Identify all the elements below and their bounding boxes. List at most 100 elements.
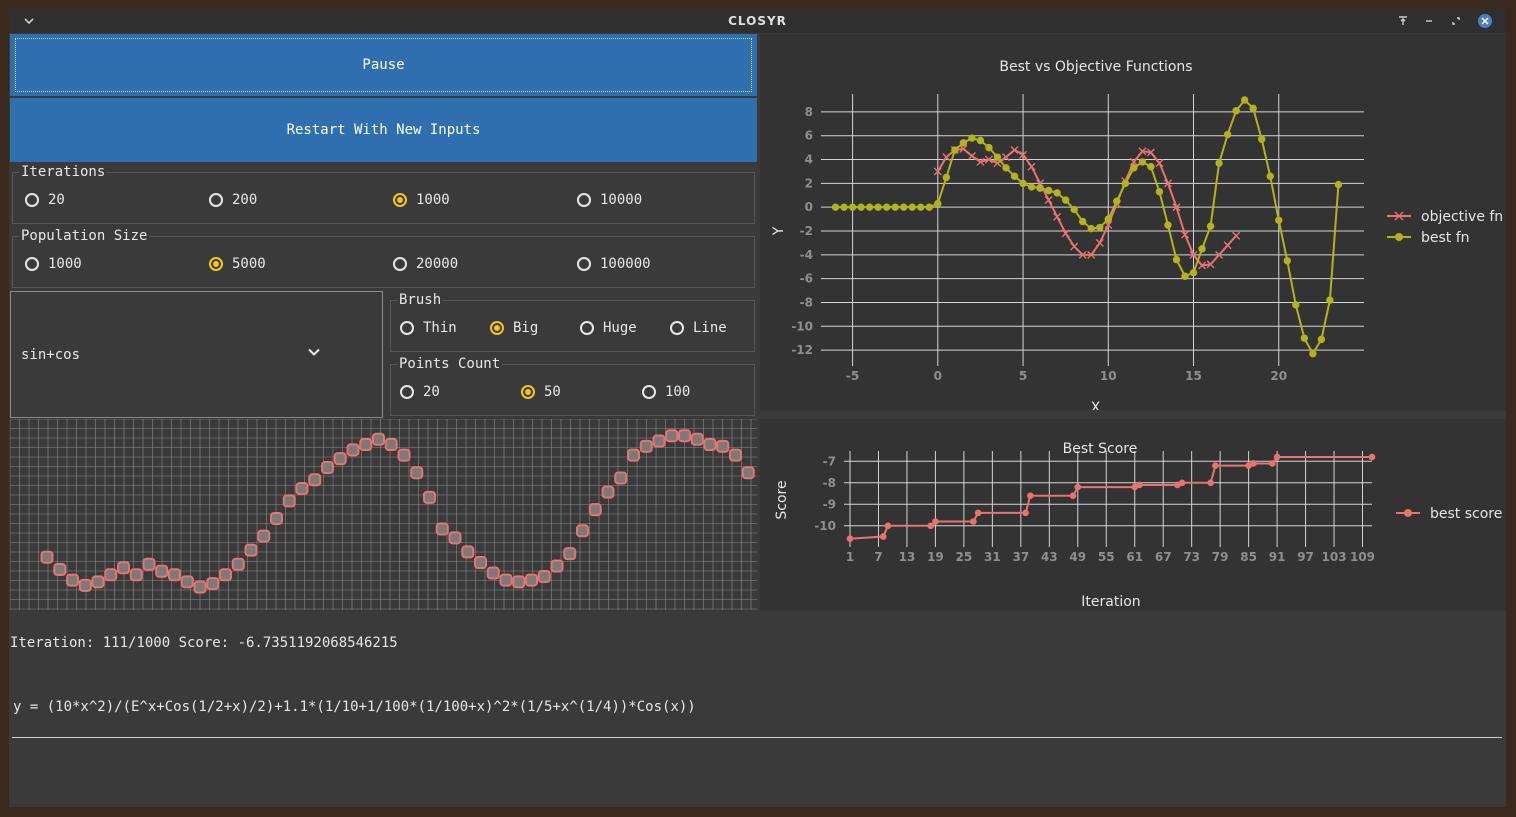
function-select[interactable]: sin+cos: [10, 291, 383, 418]
data-point: [1215, 159, 1223, 167]
x-tick-label: 85: [1240, 550, 1257, 564]
population-option-1000[interactable]: 1000: [25, 256, 82, 272]
x-tick-label: 55: [1098, 550, 1115, 564]
data-point: [968, 134, 976, 142]
brush-point: [576, 524, 589, 538]
data-point: [974, 509, 982, 517]
y-axis-label: Score: [774, 480, 790, 519]
title-bar: CLOSYR: [9, 9, 1506, 33]
x-tick-label: 19: [927, 550, 944, 564]
restart-label: Restart With New Inputs: [286, 122, 481, 138]
data-point: [857, 203, 865, 211]
data-point: [882, 203, 891, 211]
y-tick-label: -2: [800, 224, 813, 238]
brush-point: [359, 438, 373, 452]
brush-point: [448, 531, 462, 545]
data-point: [1036, 184, 1044, 192]
legend-label: objective fn: [1421, 209, 1503, 225]
data-point: [1232, 107, 1240, 115]
pause-button[interactable]: Pause: [10, 34, 757, 96]
data-point: [970, 518, 977, 525]
restart-button[interactable]: Restart With New Inputs: [10, 98, 757, 162]
x-tick-label: 79: [1212, 550, 1229, 564]
radio-selected-icon: [393, 193, 407, 207]
brush-canvas-svg[interactable]: [9, 418, 757, 610]
y-tick-label: -6: [800, 272, 813, 286]
population-option-5000[interactable]: 5000: [209, 256, 266, 272]
data-point: [900, 203, 908, 211]
data-point: [1223, 130, 1232, 139]
brush-point: [397, 448, 411, 462]
keep-above-icon[interactable]: [1394, 12, 1412, 30]
brush-point: [678, 429, 691, 443]
y-tick-label: -8: [800, 295, 813, 309]
divider: [12, 737, 1502, 738]
brush-option-line[interactable]: Line: [670, 320, 727, 336]
chevron-down-icon: [308, 348, 320, 356]
points-option-50[interactable]: 50: [521, 384, 561, 400]
radio-selected-icon: [209, 257, 223, 271]
formula-text: y = (10*x^2)/(E^x+Cos(1/2+x)/2)+1.1*(1/1…: [13, 699, 696, 715]
data-point: [925, 203, 933, 211]
x-tick-label: 103: [1322, 550, 1347, 564]
app-window: CLOSYR Pause Restart With New Inputs Ite…: [9, 9, 1506, 807]
iterations-option-20[interactable]: 20: [25, 192, 65, 208]
brush-point: [117, 561, 130, 575]
close-icon[interactable]: [1478, 14, 1492, 28]
x-tick-label: 49: [1069, 550, 1086, 564]
x-tick-label: 61: [1126, 550, 1143, 564]
x-tick-label: 37: [1012, 550, 1029, 564]
data-point: [1334, 180, 1343, 189]
y-tick-label: 0: [805, 200, 813, 214]
brush-option-big[interactable]: Big: [490, 320, 538, 336]
data-point: [1269, 460, 1276, 467]
points-option-20[interactable]: 20: [400, 384, 440, 400]
data-point: [1019, 179, 1027, 188]
x-tick-label: 20: [1270, 369, 1287, 383]
data-point: [1232, 231, 1241, 240]
radio-icon: [642, 385, 656, 399]
population-option-100000[interactable]: 100000: [577, 256, 651, 272]
brush-point: [308, 473, 322, 487]
maximize-icon[interactable]: [1447, 12, 1465, 30]
brush-point: [537, 570, 551, 584]
chart-title: Best vs Objective Functions: [999, 59, 1192, 75]
radio-icon: [400, 321, 414, 335]
radio-icon: [580, 321, 594, 335]
minimize-icon[interactable]: [1420, 12, 1438, 30]
brush-option-thin[interactable]: Thin: [400, 320, 457, 336]
radio-icon: [577, 193, 591, 207]
iterations-option-200[interactable]: 200: [209, 192, 257, 208]
x-tick-label: 7: [874, 550, 882, 564]
population-group: Population Size 1000 5000 20000 100000: [12, 228, 755, 288]
data-point: [1326, 296, 1334, 304]
points-option-100[interactable]: 100: [642, 384, 690, 400]
data-point: [1164, 221, 1172, 229]
data-point: [1223, 241, 1232, 250]
brush-point: [91, 575, 105, 589]
brush-point: [78, 578, 92, 592]
data-point: [1069, 492, 1077, 499]
data-point: [1002, 164, 1010, 172]
data-point: [1074, 483, 1082, 491]
population-option-20000[interactable]: 20000: [393, 256, 458, 272]
option-label: 200: [232, 192, 258, 208]
iterations-option-10000[interactable]: 10000: [577, 192, 642, 208]
brush-point: [639, 439, 653, 453]
brush-option-huge[interactable]: Huge: [580, 320, 637, 336]
x-axis-label: Iteration: [1081, 594, 1140, 610]
y-tick-label: 2: [805, 176, 813, 190]
data-point: [1172, 255, 1181, 264]
data-point: [1317, 335, 1326, 344]
data-point: [1189, 268, 1198, 277]
iterations-option-1000[interactable]: 1000: [393, 192, 450, 208]
x-tick-label: 0: [934, 369, 942, 383]
data-point: [1275, 216, 1283, 224]
brush-drawing-canvas[interactable]: [9, 418, 757, 610]
data-point: [1258, 135, 1266, 143]
data-point: [942, 173, 951, 182]
brush-point: [627, 448, 640, 462]
data-point: [1300, 334, 1309, 342]
brush-point: [219, 568, 232, 582]
iteration-status: Iteration: 111/1000 Score: -6.7351192068…: [10, 635, 398, 651]
